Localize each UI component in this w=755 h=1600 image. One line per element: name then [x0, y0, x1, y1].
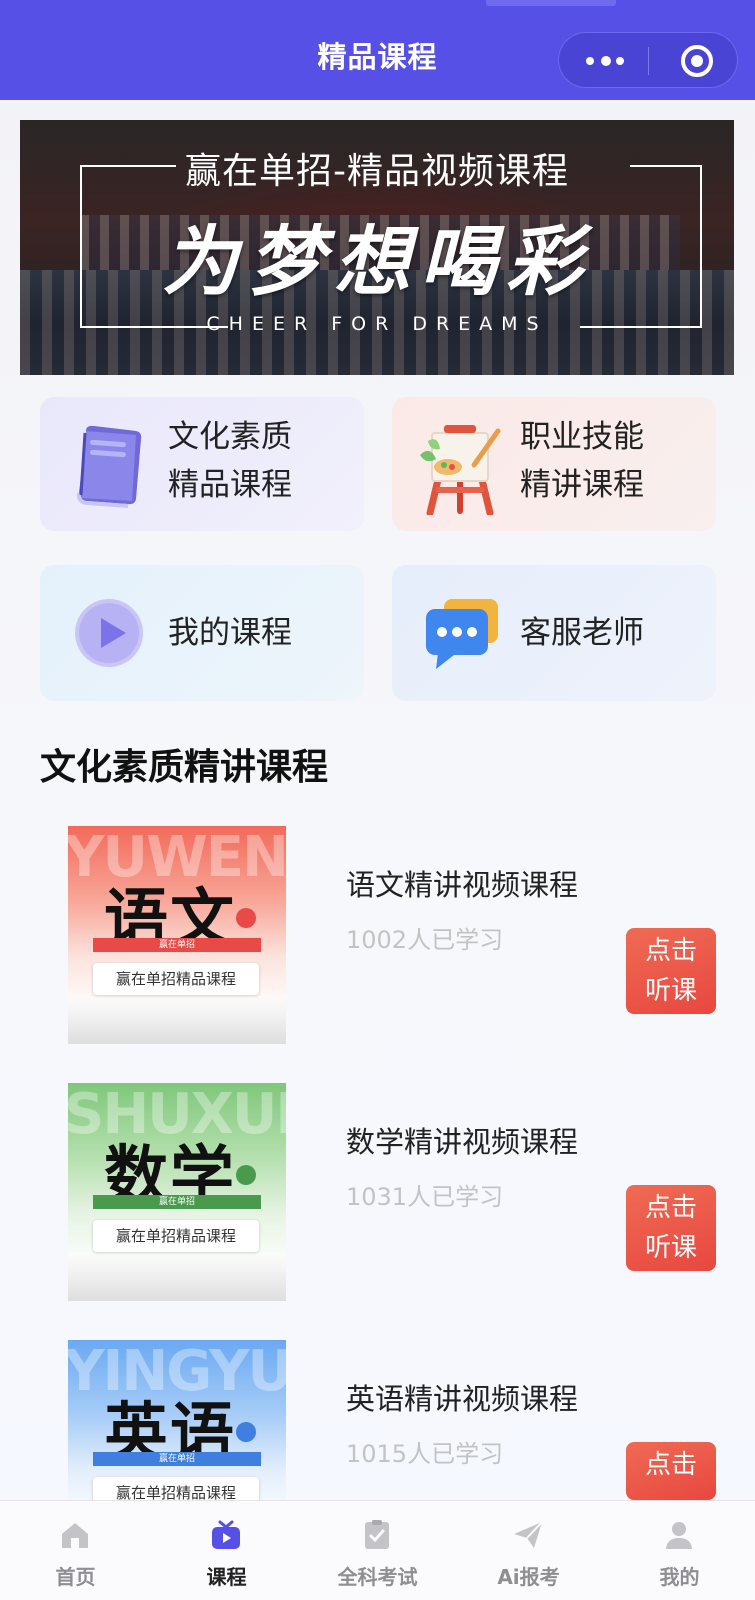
card-culture-courses[interactable]: 文化素质 精品课程 — [40, 397, 364, 531]
card-customer-service[interactable]: 客服老师 — [392, 565, 716, 701]
tab-label: 全科考试 — [337, 1565, 418, 1589]
banner-subtitle: 赢在单招-精品视频课程 — [185, 151, 569, 192]
play-icon — [75, 599, 143, 667]
more-dots-icon[interactable] — [586, 54, 626, 68]
button-label-line1: 点击 — [644, 1193, 697, 1223]
cover-band: 赢在单招 — [93, 1452, 261, 1466]
course-learner-count: 1015人已学习 — [346, 1440, 504, 1468]
course-cover: YUWEN 语文 赢在单招 赢在单招精品课程 — [68, 826, 286, 1044]
listen-button[interactable]: 点击 听课 — [626, 1185, 716, 1271]
button-label-line1: 点击 — [644, 1450, 697, 1480]
button-label-line1: 点击 — [644, 936, 697, 966]
book-icon — [76, 425, 142, 508]
nav-header: 精品课程 — [0, 0, 755, 100]
course-learner-count: 1031人已学习 — [346, 1183, 504, 1211]
cover-band: 赢在单招 — [93, 1195, 261, 1209]
tab-ai-application[interactable]: Ai报考 — [453, 1501, 604, 1600]
cover-dot — [236, 908, 256, 928]
chat-bubble-icon — [426, 599, 498, 669]
listen-button[interactable]: 点击 — [626, 1442, 716, 1500]
card-label-line2: 精品课程 — [168, 467, 292, 503]
cover-dot — [236, 1165, 256, 1185]
tab-label: Ai报考 — [497, 1565, 560, 1589]
banner-english-tagline: CHEER FOR DREAMS — [206, 313, 548, 335]
course-name: 英语精讲视频课程 — [346, 1382, 579, 1416]
paper-plane-icon — [514, 1521, 543, 1548]
home-icon — [62, 1523, 88, 1548]
easel-icon — [420, 425, 501, 515]
course-name: 语文精讲视频课程 — [346, 868, 579, 902]
card-label: 客服老师 — [520, 615, 644, 651]
course-item-chinese[interactable]: YUWEN 语文 赢在单招 赢在单招精品课程 语文精讲视频课程 1002人已学习… — [0, 826, 755, 1044]
user-icon — [666, 1522, 692, 1549]
card-label-line2: 精讲课程 — [520, 467, 644, 503]
bottom-tab-bar: 首页 课程 全科考试 Ai报考 我的 — [0, 1500, 755, 1600]
tab-home[interactable]: 首页 — [0, 1501, 151, 1600]
button-label-line2: 听课 — [644, 1233, 697, 1263]
hero-banner[interactable]: 赢在单招-精品视频课程 为梦想喝彩 CHEER FOR DREAMS — [20, 120, 734, 375]
tab-courses[interactable]: 课程 — [151, 1501, 302, 1600]
course-name: 数学精讲视频课程 — [346, 1125, 579, 1159]
section-title: 文化素质精讲课程 — [40, 747, 329, 788]
status-bar-indicator — [486, 0, 616, 6]
mini-program-capsule — [558, 32, 738, 88]
cover-pill: 赢在单招精品课程 — [93, 1220, 259, 1252]
banner-slogan: 为梦想喝彩 — [162, 217, 592, 306]
tab-label: 我的 — [659, 1565, 700, 1589]
tab-label: 课程 — [206, 1565, 247, 1589]
tab-exams[interactable]: 全科考试 — [302, 1501, 453, 1600]
cover-pill: 赢在单招精品课程 — [93, 963, 259, 995]
card-vocational-courses[interactable]: 职业技能 精讲课程 — [392, 397, 716, 531]
card-my-courses[interactable]: 我的课程 — [40, 565, 364, 701]
capsule-divider — [648, 47, 649, 75]
button-label-line2: 听课 — [644, 976, 697, 1006]
clipboard-check-icon — [365, 1520, 389, 1549]
cover-photo — [68, 1253, 286, 1301]
card-label-line1: 职业技能 — [520, 419, 644, 455]
course-item-math[interactable]: SHUXUE 数学 赢在单招 赢在单招精品课程 数学精讲视频课程 1031人已学… — [0, 1083, 755, 1301]
listen-button[interactable]: 点击 听课 — [626, 928, 716, 1014]
cover-dot — [236, 1422, 256, 1442]
cover-photo — [68, 996, 286, 1044]
tab-label: 首页 — [55, 1565, 96, 1589]
target-circle-icon[interactable] — [681, 45, 713, 77]
course-cover: SHUXUE 数学 赢在单招 赢在单招精品课程 — [68, 1083, 286, 1301]
tab-profile[interactable]: 我的 — [604, 1501, 755, 1600]
course-learner-count: 1002人已学习 — [346, 926, 504, 954]
card-label-line1: 文化素质 — [168, 419, 292, 455]
tv-icon — [212, 1520, 240, 1549]
card-label: 我的课程 — [168, 615, 292, 651]
cover-band: 赢在单招 — [93, 938, 261, 952]
